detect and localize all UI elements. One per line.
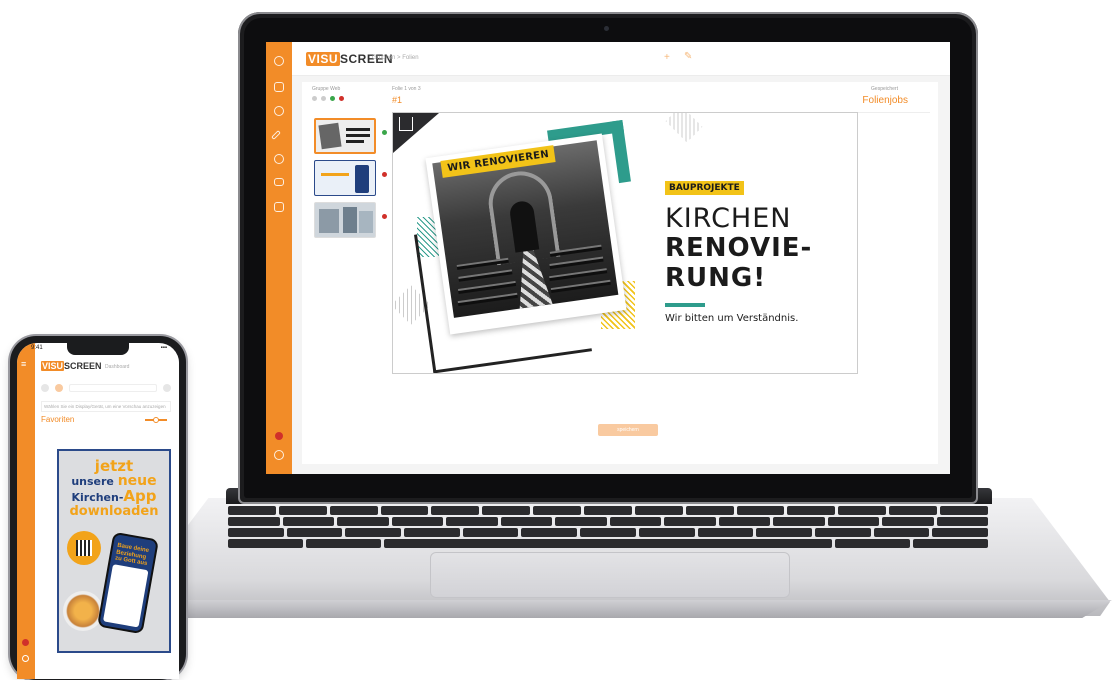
phone-sidebar: ≡ xyxy=(17,343,35,679)
accent-bar xyxy=(665,303,705,307)
group-toolbar xyxy=(312,96,344,101)
user-icon[interactable] xyxy=(22,655,29,662)
laptop-trackpad xyxy=(430,552,790,598)
headline-line-2: RENOVIE- xyxy=(665,233,813,263)
phone-screen: 9:41 ▪▪▪ ≡ VISUSCREEN Dashboard Wählen S… xyxy=(17,343,179,679)
menu-icon[interactable]: ≡ xyxy=(21,359,30,369)
layers-icon[interactable] xyxy=(274,106,284,116)
phone-notch xyxy=(67,343,129,355)
decor-hatch xyxy=(665,113,703,143)
product-scene: VISU SCREEN Gruppen > Folien + ✎ Gruppe W… xyxy=(0,0,1112,680)
copy-icon[interactable] xyxy=(321,96,326,101)
headline-line-1: KIRCHEN xyxy=(665,203,792,234)
phone-toolbar xyxy=(41,381,171,395)
pen-icon[interactable] xyxy=(271,130,281,140)
app-header: VISU SCREEN Gruppen > Folien + ✎ xyxy=(292,42,950,76)
app-sidebar xyxy=(266,42,292,474)
headline-line-3: RUNG! xyxy=(665,263,767,293)
search-input[interactable] xyxy=(69,384,157,392)
playlist-select[interactable]: Folienjobs xyxy=(862,95,908,106)
settings-icon[interactable] xyxy=(163,384,171,392)
smartphone: 9:41 ▪▪▪ ≡ VISUSCREEN Dashboard Wählen S… xyxy=(10,336,186,680)
filter-icon[interactable] xyxy=(41,384,49,392)
add-icon[interactable]: + xyxy=(664,52,670,63)
select-underline xyxy=(850,112,930,113)
user-icon[interactable] xyxy=(274,450,284,460)
calendar-icon[interactable] xyxy=(274,202,284,212)
poster-line-4: downloaden xyxy=(69,504,159,519)
monitor-icon[interactable] xyxy=(274,178,284,186)
group-label: Gruppe Web xyxy=(312,86,341,92)
slide-preview: WIR RENOVIEREN BAUPROJEKTE KIRCHEN RENOV… xyxy=(392,112,858,374)
thumbnail-status-dot xyxy=(382,130,387,135)
slides-icon[interactable] xyxy=(274,82,284,92)
notification-icon[interactable] xyxy=(275,432,283,440)
favorites-toggle[interactable] xyxy=(145,417,167,423)
laptop-keyboard xyxy=(228,504,988,550)
breadcrumb[interactable]: Gruppen > Folien xyxy=(372,55,419,61)
slide-thumbnail[interactable] xyxy=(314,118,376,154)
favorites-label: Favoriten xyxy=(41,415,75,424)
poster-line-3: Kirchen-App xyxy=(71,487,157,505)
house-icon xyxy=(399,117,413,131)
thumbnail-status-dot xyxy=(382,172,387,177)
notification-icon[interactable] xyxy=(22,639,29,646)
status-time: 9:41 xyxy=(31,345,43,351)
laptop-base-edge xyxy=(120,600,1112,618)
category-tag: BAUPROJEKTE xyxy=(665,181,744,195)
qr-code-icon xyxy=(67,531,101,565)
slide-subline: Wir bitten um Verständnis. xyxy=(665,313,799,324)
tea-cup-image xyxy=(63,591,103,631)
slide-thumbnail[interactable] xyxy=(314,160,376,196)
status-signal-icon: ▪▪▪ xyxy=(160,345,167,351)
slide-counter-label: Folie 1 von 3 xyxy=(392,86,421,92)
mini-phone-image: Baue deine Beziehung zu Gott aus xyxy=(97,531,159,635)
slide-number: #1 xyxy=(392,95,403,105)
settings-icon[interactable] xyxy=(312,96,317,101)
app-logo[interactable]: VISUSCREEN xyxy=(41,361,102,371)
laptop-camera xyxy=(604,26,609,31)
star-icon[interactable] xyxy=(55,384,63,392)
device-hint: Wählen Sie ein Display/Gerät, um eine Vo… xyxy=(41,401,171,412)
breadcrumb[interactable]: Dashboard xyxy=(105,364,129,370)
thumbnail-status-dot xyxy=(382,214,387,219)
home-icon[interactable] xyxy=(274,56,284,66)
edit-icon[interactable]: ✎ xyxy=(684,51,692,62)
app-download-poster: jetzt unsere neue Kirchen-App downloaden… xyxy=(57,449,171,653)
save-button[interactable]: speichern xyxy=(598,424,658,436)
status-green-icon[interactable] xyxy=(330,96,335,101)
saved-label: Gespeichert xyxy=(871,86,898,92)
laptop-screen: VISU SCREEN Gruppen > Folien + ✎ Gruppe W… xyxy=(266,42,950,474)
clock-icon[interactable] xyxy=(274,154,284,164)
slide-thumbnail[interactable] xyxy=(314,202,376,238)
status-red-icon[interactable] xyxy=(339,96,344,101)
phone-header: VISUSCREEN Dashboard xyxy=(35,355,179,377)
